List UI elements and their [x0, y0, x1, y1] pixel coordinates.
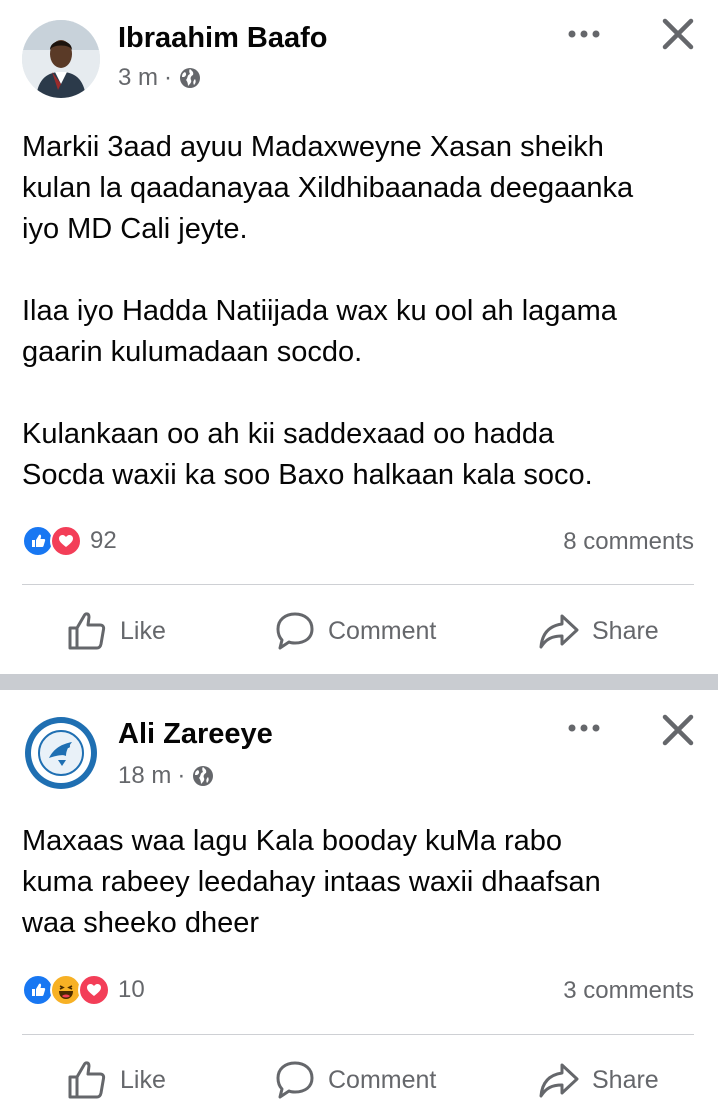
post-time[interactable]: 18 m: [118, 762, 171, 790]
post-time[interactable]: 3 m: [118, 64, 158, 92]
meta-dot: ·: [177, 762, 186, 789]
love-icon: [78, 974, 110, 1006]
comment-label: Comment: [328, 1065, 437, 1094]
comment-label: Comment: [328, 616, 437, 645]
share-arrow-icon: [539, 614, 579, 649]
thumbs-up-icon: [68, 1061, 106, 1099]
comment-bubble-icon: [276, 1061, 314, 1099]
thumbs-up-icon: [68, 612, 106, 650]
post-body: Maxaas waa lagu Kala booday kuMa rabo ku…: [22, 825, 601, 939]
comment-button[interactable]: Comment: [274, 606, 436, 656]
globe-icon[interactable]: [191, 764, 215, 788]
share-label: Share: [592, 1065, 659, 1094]
reactions-summary[interactable]: 10: [22, 974, 145, 1006]
post-meta: 3 m ·: [118, 64, 202, 92]
post-1: Ibraahim Baafo 3 m · Markii 3aad ayuu Ma…: [0, 0, 718, 674]
more-options-icon[interactable]: [566, 718, 602, 738]
like-label: Like: [120, 1065, 166, 1094]
post-meta: 18 m ·: [118, 762, 215, 790]
like-button[interactable]: Like: [66, 606, 166, 656]
share-arrow-icon: [539, 1063, 579, 1098]
author-avatar[interactable]: [22, 714, 100, 792]
share-label: Share: [592, 616, 659, 645]
reactions-summary[interactable]: 92: [22, 525, 117, 557]
like-button[interactable]: Like: [66, 1055, 166, 1105]
comments-count[interactable]: 8 comments: [563, 528, 694, 556]
close-icon[interactable]: [660, 16, 696, 52]
divider: [22, 584, 694, 585]
author-name[interactable]: Ibraahim Baafo: [118, 22, 328, 55]
meta-dot: ·: [164, 64, 173, 91]
post-2: Ali Zareeye 18 m · Maxaas waa lagu Kala …: [0, 690, 718, 1099]
divider: [22, 1034, 694, 1035]
share-button[interactable]: Share: [538, 606, 659, 656]
reaction-count: 92: [90, 527, 117, 554]
comment-bubble-icon: [276, 612, 314, 650]
post-separator: [0, 674, 718, 690]
share-button[interactable]: Share: [538, 1055, 659, 1105]
more-options-icon[interactable]: [566, 24, 602, 44]
globe-icon[interactable]: [178, 66, 202, 90]
comment-button[interactable]: Comment: [274, 1055, 436, 1105]
author-name[interactable]: Ali Zareeye: [118, 718, 273, 751]
love-icon: [50, 525, 82, 557]
author-avatar[interactable]: [22, 20, 100, 98]
page-logo-icon: [22, 714, 100, 792]
comments-count[interactable]: 3 comments: [563, 977, 694, 1005]
reaction-count: 10: [118, 976, 145, 1003]
post-body: Markii 3aad ayuu Madaxweyne Xasan sheikh…: [22, 131, 634, 491]
person-photo-icon: [22, 20, 100, 98]
close-icon[interactable]: [660, 712, 696, 748]
like-label: Like: [120, 616, 166, 645]
